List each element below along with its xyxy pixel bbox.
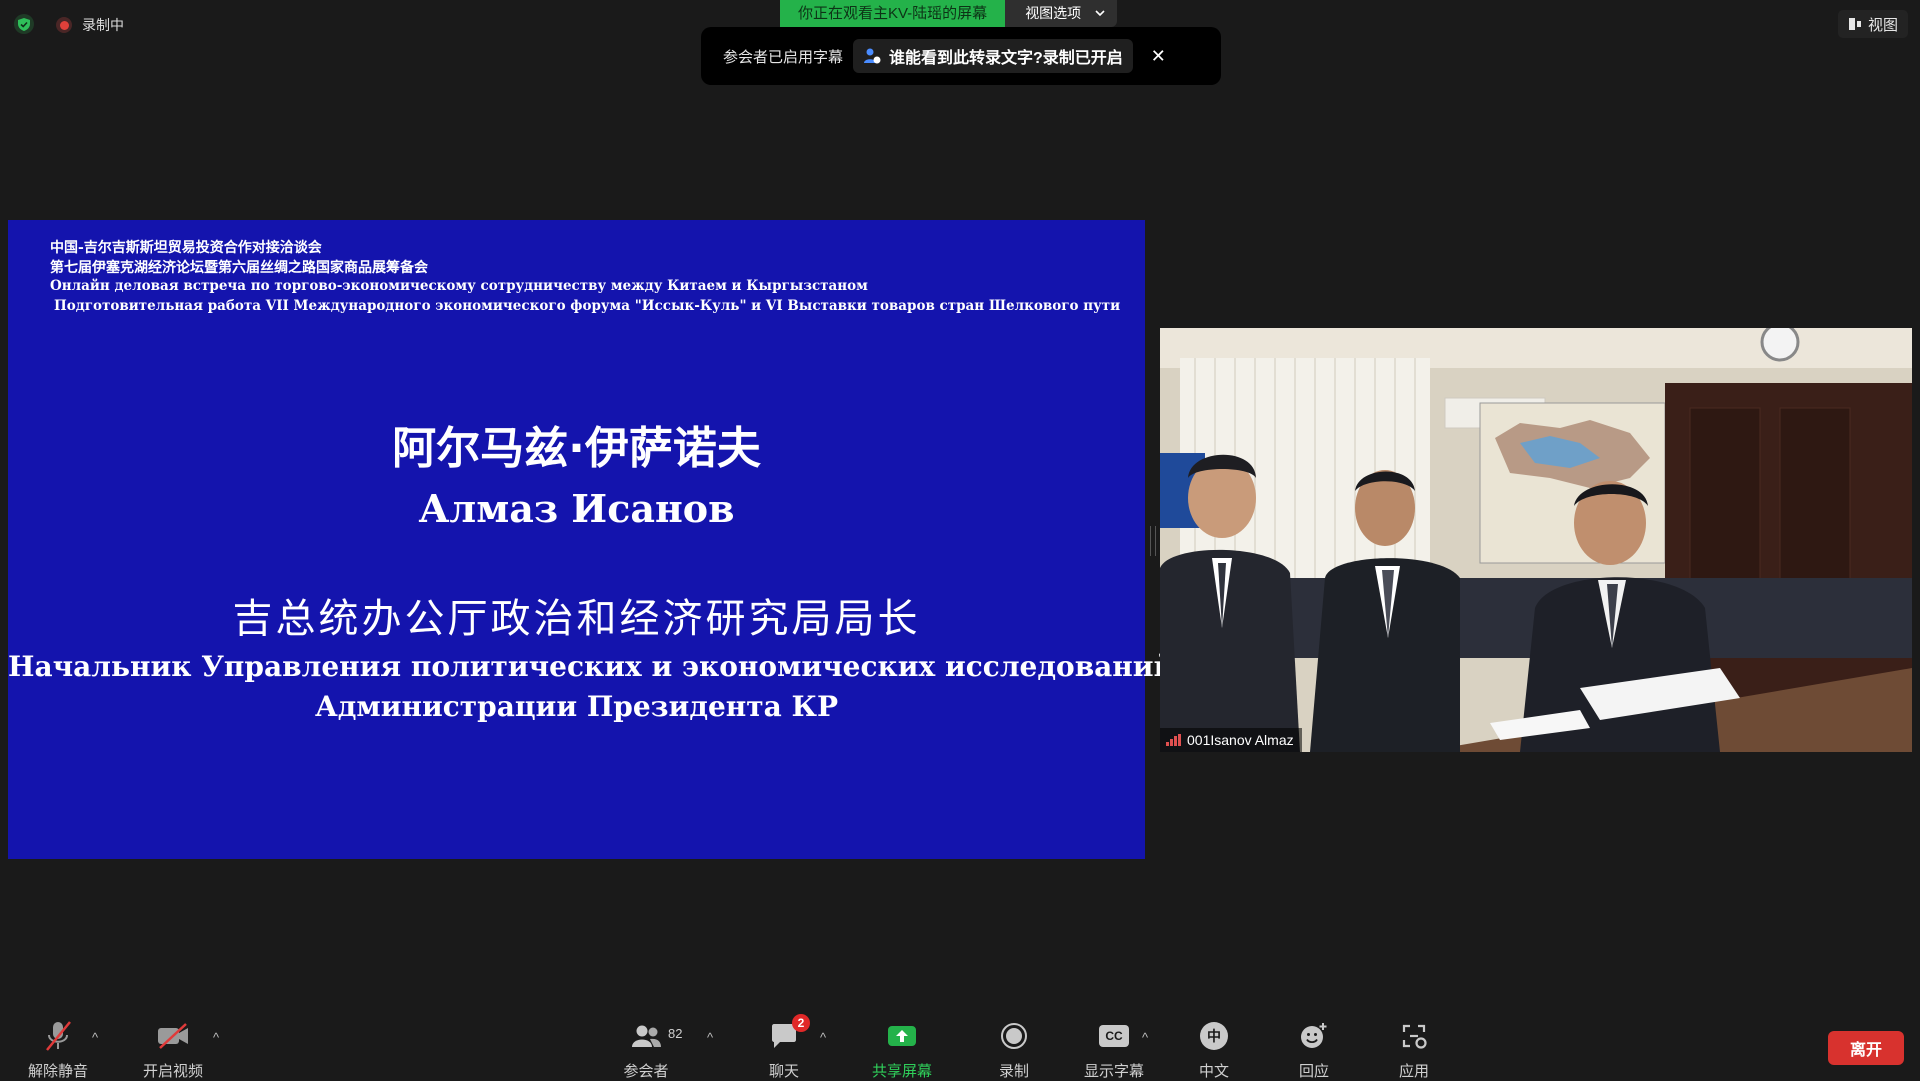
smiley-add-icon (1301, 1023, 1327, 1048)
speaker-title-chinese: 吉总统办公厅政治和经济研究局局长 (232, 596, 921, 642)
video-off-icon (158, 1023, 188, 1049)
participants-options-caret[interactable]: ^ (707, 1030, 713, 1045)
language-label: 中文 (1198, 1063, 1229, 1080)
chat-label: 聊天 (768, 1063, 799, 1080)
show-captions-label: 显示字幕 (1083, 1063, 1144, 1080)
reactions-label: 回应 (1298, 1063, 1329, 1080)
share-screen-button[interactable]: 共享屏幕 (857, 1018, 947, 1081)
caption-enabled-text: 参会者已启用字幕 (723, 48, 844, 66)
close-icon[interactable]: ✕ (1151, 46, 1166, 67)
view-options-button[interactable]: 视图选项 (1005, 0, 1118, 27)
participant-count: 82 (668, 1026, 683, 1041)
participant-name: 001Isanov Almaz (1187, 732, 1294, 748)
record-button[interactable]: 录制 (969, 1018, 1059, 1081)
speaker-title-russian-line2: Администрации Президента КР (314, 690, 839, 723)
record-icon (1001, 1023, 1027, 1049)
transcript-visibility-text: 谁能看到此转录文字?录制已开启 (889, 50, 1123, 67)
language-globe-icon: 中 (1200, 1022, 1228, 1050)
split-view-drag-handle[interactable] (1150, 526, 1156, 556)
video-options-caret[interactable]: ^ (213, 1030, 219, 1045)
language-interpretation-button[interactable]: 中 中文 (1169, 1018, 1259, 1081)
shared-screen-slide: 中国-吉尔吉斯斯坦贸易投资合作对接洽谈会 第七届伊塞克湖经济论坛暨第六届丝绸之路… (8, 220, 1175, 859)
security-shield-icon[interactable] (14, 14, 34, 34)
share-screen-icon (888, 1026, 916, 1046)
view-layout-icon (1848, 18, 1861, 30)
start-video-label: 开启视频 (142, 1063, 203, 1080)
view-options-label: 视图选项 (1025, 5, 1082, 21)
view-button-label: 视图 (1867, 16, 1898, 34)
chat-options-caret[interactable]: ^ (820, 1030, 826, 1045)
participant-name-tag: 001Isanov Almaz (1160, 728, 1302, 752)
slide-header-line: 第七届伊塞克湖经济论坛暨第六届丝绸之路国家商品展筹备会 (50, 260, 428, 276)
chat-button[interactable]: 2 聊天 (739, 1014, 829, 1081)
audio-options-caret[interactable]: ^ (92, 1030, 98, 1045)
captions-options-caret[interactable]: ^ (1142, 1030, 1148, 1045)
slide-header-line: 中国-吉尔吉斯斯坦贸易投资合作对接洽谈会 (50, 240, 322, 256)
screen-share-banner: 你正在观看主KV-陆瑶的屏幕 视图选项 (780, 0, 1118, 27)
transcript-visibility-link[interactable]: 谁能看到此转录文字?录制已开启 (853, 39, 1133, 73)
reactions-button[interactable]: 回应 (1269, 1018, 1359, 1081)
participants-icon (632, 1025, 661, 1047)
speaker-name-chinese: 阿尔马兹·伊萨诺夫 (392, 423, 761, 474)
viewing-screen-text: 你正在观看主KV-陆瑶的屏幕 (780, 0, 1006, 27)
speaker-title-russian-line1: Начальник Управления политических и экон… (8, 650, 1175, 683)
person-info-icon (864, 48, 881, 64)
apps-icon (1402, 1024, 1427, 1049)
connection-signal-icon (1166, 734, 1181, 746)
show-captions-button[interactable]: CC 显示字幕 (1069, 1018, 1159, 1081)
start-video-button[interactable]: 开启视频 (128, 1018, 218, 1081)
video-frame-image (1160, 328, 1912, 752)
apps-button[interactable]: 应用 (1369, 1018, 1459, 1081)
record-label: 录制 (998, 1063, 1029, 1080)
participant-video[interactable] (1160, 328, 1912, 752)
unmute-label: 解除静音 (27, 1063, 88, 1080)
recording-indicator-icon[interactable] (56, 17, 72, 33)
speaker-name-russian: Алмаз Исанов (418, 486, 735, 531)
unmute-button[interactable]: 解除静音 (13, 1018, 103, 1081)
view-button[interactable]: 视图 (1838, 10, 1908, 38)
chevron-down-icon (1095, 10, 1105, 17)
recording-label: 录制中 (82, 17, 124, 33)
share-screen-label: 共享屏幕 (871, 1063, 932, 1080)
apps-label: 应用 (1398, 1063, 1429, 1080)
caption-notification: 参会者已启用字幕 谁能看到此转录文字?录制已开启 ✕ (701, 27, 1221, 85)
microphone-muted-icon (46, 1021, 71, 1051)
slide-header-line: Подготовительная работа VII Международно… (54, 298, 1121, 314)
closed-captions-icon: CC (1099, 1025, 1129, 1047)
slide-header-line: Онлайн деловая встреча по торгово-эконом… (50, 278, 868, 294)
leave-meeting-button[interactable]: 离开 (1828, 1031, 1904, 1065)
unread-chat-badge: 2 (792, 1014, 810, 1032)
participants-label: 参会者 (623, 1063, 669, 1080)
participants-button[interactable]: 82 参会者 (601, 1018, 691, 1081)
